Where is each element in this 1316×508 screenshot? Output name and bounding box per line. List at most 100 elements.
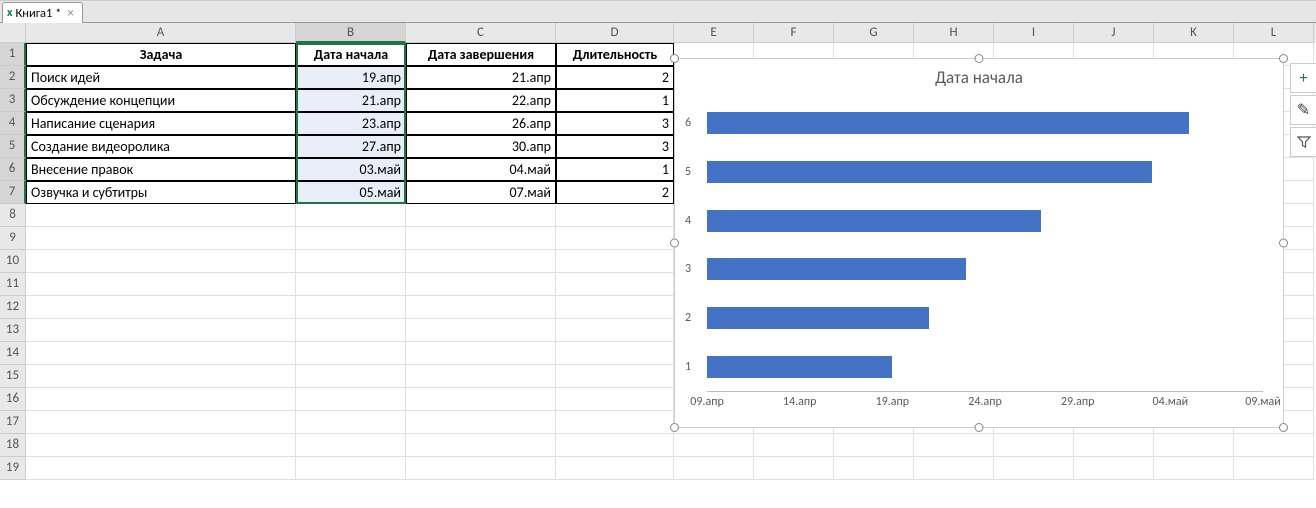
cell-H18[interactable] [914, 434, 994, 457]
row-header-9[interactable]: 9 [0, 227, 26, 250]
cell-B13[interactable] [296, 319, 406, 342]
col-header-J[interactable]: J [1074, 23, 1154, 43]
row-header-17[interactable]: 17 [0, 411, 26, 434]
cell-A7[interactable]: Озвучка и субтитры [26, 181, 296, 204]
embedded-chart[interactable]: Дата начала 654321 09.апр14.апр19.апр24.… [674, 58, 1284, 428]
row-header-18[interactable]: 18 [0, 434, 26, 457]
row-header-19[interactable]: 19 [0, 457, 26, 480]
row-header-11[interactable]: 11 [0, 273, 26, 296]
row-header-8[interactable]: 8 [0, 204, 26, 227]
col-header-K[interactable]: K [1154, 23, 1234, 43]
cell-C6[interactable]: 04.май [406, 158, 556, 181]
cell-C10[interactable] [406, 250, 556, 273]
chart-styles-button[interactable]: ✎ [1290, 95, 1316, 125]
cell-D19[interactable] [556, 457, 674, 480]
col-header-A[interactable]: A [26, 23, 296, 43]
row-header-7[interactable]: 7 [0, 181, 26, 204]
cell-A19[interactable] [26, 457, 296, 480]
cell-A13[interactable] [26, 319, 296, 342]
chart-bar[interactable] [707, 112, 1189, 134]
col-header-G[interactable]: G [834, 23, 914, 43]
resize-handle-e[interactable] [1279, 239, 1288, 248]
resize-handle-n[interactable] [975, 54, 984, 63]
cell-D4[interactable]: 3 [556, 112, 674, 135]
chart-bar[interactable] [707, 258, 966, 280]
cell-G18[interactable] [834, 434, 914, 457]
cell-B14[interactable] [296, 342, 406, 365]
cell-B4[interactable]: 23.апр [296, 112, 406, 135]
row-header-12[interactable]: 12 [0, 296, 26, 319]
cell-C16[interactable] [406, 388, 556, 411]
cell-D14[interactable] [556, 342, 674, 365]
cell-B5[interactable]: 27.апр [296, 135, 406, 158]
close-icon[interactable]: × [67, 7, 73, 20]
cell-D18[interactable] [556, 434, 674, 457]
chart-bar[interactable] [707, 210, 1041, 232]
cell-A17[interactable] [26, 411, 296, 434]
cell-D2[interactable]: 2 [556, 66, 674, 89]
cell-I18[interactable] [994, 434, 1074, 457]
chart-bar[interactable] [707, 161, 1152, 183]
chart-add-element-button[interactable]: + [1290, 63, 1316, 93]
cell-B19[interactable] [296, 457, 406, 480]
cell-C8[interactable] [406, 204, 556, 227]
cell-B3[interactable]: 21.апр [296, 89, 406, 112]
cell-B16[interactable] [296, 388, 406, 411]
cell-A9[interactable] [26, 227, 296, 250]
row-header-1[interactable]: 1 [0, 43, 26, 66]
cell-A3[interactable]: Обсуждение концепции [26, 89, 296, 112]
cell-C3[interactable]: 22.апр [406, 89, 556, 112]
cell-D10[interactable] [556, 250, 674, 273]
cell-B10[interactable] [296, 250, 406, 273]
row-header-14[interactable]: 14 [0, 342, 26, 365]
document-tab[interactable]: x Книга1 * × [2, 2, 83, 23]
cell-A5[interactable]: Создание видеоролика [26, 135, 296, 158]
chart-bar[interactable] [707, 356, 892, 378]
cell-A16[interactable] [26, 388, 296, 411]
resize-handle-w[interactable] [670, 239, 679, 248]
cell-G19[interactable] [834, 457, 914, 480]
cell-D17[interactable] [556, 411, 674, 434]
cell-D8[interactable] [556, 204, 674, 227]
cell-C15[interactable] [406, 365, 556, 388]
cell-B11[interactable] [296, 273, 406, 296]
cell-A18[interactable] [26, 434, 296, 457]
cell-B1[interactable]: Дата начала [296, 43, 406, 66]
cell-A6[interactable]: Внесение правок [26, 158, 296, 181]
cell-C9[interactable] [406, 227, 556, 250]
cell-F18[interactable] [754, 434, 834, 457]
cell-B2[interactable]: 19.апр [296, 66, 406, 89]
cell-B6[interactable]: 03.май [296, 158, 406, 181]
row-header-2[interactable]: 2 [0, 66, 26, 89]
chart-title[interactable]: Дата начала [675, 59, 1283, 92]
cell-C4[interactable]: 26.апр [406, 112, 556, 135]
cell-A2[interactable]: Поиск идей [26, 66, 296, 89]
cell-A4[interactable]: Написание сценария [26, 112, 296, 135]
cell-K19[interactable] [1154, 457, 1234, 480]
cell-D3[interactable]: 1 [556, 89, 674, 112]
chart-bar[interactable] [707, 307, 929, 329]
cell-F19[interactable] [754, 457, 834, 480]
cell-B15[interactable] [296, 365, 406, 388]
cell-K18[interactable] [1154, 434, 1234, 457]
chart-filter-button[interactable] [1290, 127, 1316, 157]
cell-A1[interactable]: Задача [26, 43, 296, 66]
cell-D11[interactable] [556, 273, 674, 296]
cell-C5[interactable]: 30.апр [406, 135, 556, 158]
cell-A11[interactable] [26, 273, 296, 296]
cell-L19[interactable] [1234, 457, 1314, 480]
cell-C18[interactable] [406, 434, 556, 457]
cell-C19[interactable] [406, 457, 556, 480]
cell-B17[interactable] [296, 411, 406, 434]
cell-C11[interactable] [406, 273, 556, 296]
cell-L18[interactable] [1234, 434, 1314, 457]
cell-C1[interactable]: Дата завершения [406, 43, 556, 66]
resize-handle-sw[interactable] [670, 423, 679, 432]
cell-D7[interactable]: 2 [556, 181, 674, 204]
col-header-I[interactable]: I [994, 23, 1074, 43]
row-header-13[interactable]: 13 [0, 319, 26, 342]
cell-D1[interactable]: Длительность [556, 43, 674, 66]
row-header-16[interactable]: 16 [0, 388, 26, 411]
select-all-corner[interactable] [0, 23, 26, 43]
chart-x-axis[interactable]: 09.апр14.апр19.апр24.апр29.апр04.май09.м… [707, 395, 1263, 413]
